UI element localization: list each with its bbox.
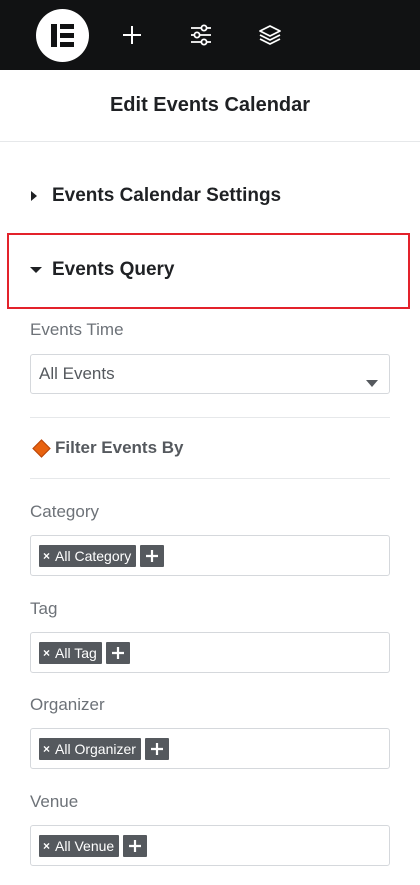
caret-down-icon xyxy=(30,266,46,274)
page-title: Edit Events Calendar xyxy=(109,94,311,116)
tag-chip[interactable]: × All Organizer xyxy=(39,737,141,760)
chip-label: All Organizer xyxy=(55,740,136,757)
add-icon[interactable] xyxy=(144,737,169,760)
remove-chip-icon[interactable]: × xyxy=(43,646,50,660)
tag-chip[interactable]: × All Tag xyxy=(39,641,102,664)
remove-chip-icon[interactable]: × xyxy=(43,839,50,853)
tag-chip[interactable]: × All Venue xyxy=(39,834,120,857)
layers-icon[interactable] xyxy=(255,20,285,50)
sliders-icon[interactable] xyxy=(186,20,216,50)
events-time-label: Events Time xyxy=(30,320,124,339)
category-select[interactable]: × All Category xyxy=(30,535,390,576)
organizer-label: Organizer xyxy=(30,695,105,714)
plus-icon[interactable] xyxy=(117,20,147,50)
top-toolbar xyxy=(0,0,420,70)
section-title: Events Query xyxy=(52,259,175,280)
divider xyxy=(30,417,390,418)
organizer-select[interactable]: × All Organizer xyxy=(30,728,390,769)
filter-heading-text: Filter Events By xyxy=(55,438,184,457)
venue-select[interactable]: × All Venue xyxy=(30,825,390,866)
caret-right-icon xyxy=(30,190,46,202)
chevron-down-icon xyxy=(366,372,378,392)
diamond-icon xyxy=(32,438,51,458)
events-time-select[interactable]: All Events xyxy=(30,354,390,394)
panel-header: Edit Events Calendar xyxy=(0,70,420,142)
events-time-value: All Events xyxy=(39,364,115,383)
tag-label: Tag xyxy=(30,599,58,618)
venue-label: Venue xyxy=(30,792,79,811)
divider xyxy=(30,478,390,479)
chip-label: All Venue xyxy=(55,837,115,854)
tag-chip[interactable]: × All Category xyxy=(39,544,137,567)
add-icon[interactable] xyxy=(123,834,148,857)
chip-label: All Category xyxy=(55,547,132,564)
remove-chip-icon[interactable]: × xyxy=(43,549,50,563)
section-title: Events Calendar Settings xyxy=(52,185,282,206)
section-events-calendar-settings[interactable]: Events Calendar Settings xyxy=(30,185,281,207)
add-icon[interactable] xyxy=(105,641,130,664)
remove-chip-icon[interactable]: × xyxy=(43,742,50,756)
chip-label: All Tag xyxy=(55,644,97,661)
add-icon[interactable] xyxy=(140,544,165,567)
category-label: Category xyxy=(30,502,99,521)
elementor-logo-icon[interactable] xyxy=(36,9,89,62)
section-events-query[interactable]: Events Query xyxy=(30,259,175,281)
filter-events-heading: Filter Events By xyxy=(32,438,184,458)
tag-select[interactable]: × All Tag xyxy=(30,632,390,673)
